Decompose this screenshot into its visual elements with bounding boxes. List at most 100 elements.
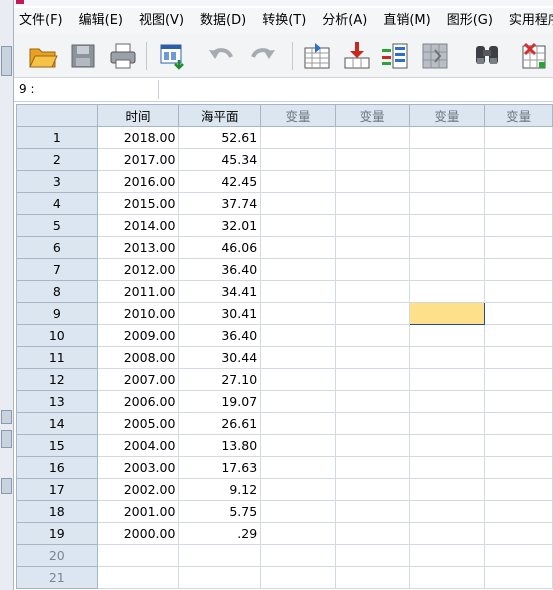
row-header[interactable]: 8 — [16, 280, 98, 303]
cell-empty[interactable] — [408, 148, 486, 171]
redo-icon[interactable] — [246, 39, 280, 73]
cell-empty[interactable] — [484, 258, 553, 281]
cell-empty[interactable] — [334, 324, 410, 347]
cell-empty[interactable] — [484, 368, 553, 391]
cell-empty[interactable] — [484, 434, 553, 457]
cell-time[interactable]: 2004.00 — [96, 434, 180, 457]
cell-empty[interactable] — [260, 456, 336, 479]
row-header[interactable]: 6 — [16, 236, 98, 259]
cell-time[interactable]: 2009.00 — [96, 324, 180, 347]
cell-empty[interactable] — [484, 170, 553, 193]
row-header[interactable]: 2 — [16, 148, 98, 171]
cell-empty[interactable] — [334, 148, 410, 171]
cell-empty[interactable] — [260, 324, 336, 347]
cell-sea-level[interactable]: 17.63 — [178, 456, 262, 479]
cell-empty[interactable] — [484, 126, 553, 149]
cell-sea-level[interactable]: 5.75 — [178, 500, 262, 523]
cell-empty[interactable] — [484, 522, 553, 545]
cell-time[interactable]: 2015.00 — [96, 192, 180, 215]
row-header[interactable]: 16 — [16, 456, 98, 479]
cell-empty[interactable] — [408, 192, 486, 215]
cell-time[interactable]: 2006.00 — [96, 390, 180, 413]
undo-icon[interactable] — [204, 39, 238, 73]
column-header-sea-level[interactable]: 海平面 — [178, 104, 262, 127]
save-icon[interactable] — [66, 39, 100, 73]
cell-empty[interactable] — [334, 478, 410, 501]
selected-cell[interactable] — [408, 302, 486, 325]
cell-empty[interactable] — [484, 236, 553, 259]
cell-time[interactable]: 2010.00 — [96, 302, 180, 325]
row-header[interactable]: 19 — [16, 522, 98, 545]
cell-empty[interactable] — [260, 148, 336, 171]
cell-time[interactable]: 2017.00 — [96, 148, 180, 171]
cell-empty[interactable] — [260, 434, 336, 457]
cell-empty[interactable] — [334, 522, 410, 545]
cell-empty[interactable] — [334, 500, 410, 523]
cell-empty[interactable] — [484, 148, 553, 171]
row-header[interactable]: 12 — [16, 368, 98, 391]
cell-sea-level[interactable]: 9.12 — [178, 478, 262, 501]
cell-empty[interactable] — [408, 126, 486, 149]
cell-empty[interactable] — [408, 544, 486, 567]
cell-empty[interactable] — [408, 214, 486, 237]
cell-sea-level[interactable]: 42.45 — [178, 170, 262, 193]
menu-item[interactable]: 文件(F) — [14, 8, 71, 34]
cell-empty[interactable] — [408, 346, 486, 369]
row-header[interactable]: 21 — [16, 566, 98, 589]
cell-empty[interactable] — [484, 280, 553, 303]
menu-item[interactable]: 视图(V) — [131, 8, 192, 34]
menu-item[interactable]: 实用程序( — [501, 8, 553, 34]
menu-item[interactable]: 直销(M) — [375, 8, 438, 34]
column-header-variable[interactable]: 变量 — [484, 104, 553, 127]
row-header[interactable]: 11 — [16, 346, 98, 369]
cell-empty[interactable] — [260, 478, 336, 501]
cell-sea-level[interactable]: 36.40 — [178, 258, 262, 281]
cell-empty[interactable] — [408, 456, 486, 479]
cell-empty[interactable] — [408, 566, 486, 589]
cell-sea-level[interactable] — [178, 566, 262, 589]
cell-empty[interactable] — [334, 302, 410, 325]
row-header[interactable]: 10 — [16, 324, 98, 347]
cell-empty[interactable] — [260, 522, 336, 545]
cell-time[interactable] — [96, 566, 180, 589]
cell-time[interactable]: 2001.00 — [96, 500, 180, 523]
row-header[interactable]: 7 — [16, 258, 98, 281]
find-icon[interactable] — [470, 39, 504, 73]
menu-item[interactable]: 转换(T) — [254, 8, 314, 34]
cell-empty[interactable] — [334, 126, 410, 149]
corner-cell[interactable] — [16, 104, 98, 127]
cell-time[interactable]: 2011.00 — [96, 280, 180, 303]
dialog-recall-icon[interactable] — [156, 39, 190, 73]
cell-empty[interactable] — [484, 214, 553, 237]
cell-empty[interactable] — [408, 280, 486, 303]
cell-empty[interactable] — [334, 346, 410, 369]
column-header-variable[interactable]: 变量 — [260, 104, 336, 127]
cell-sea-level[interactable]: 36.40 — [178, 324, 262, 347]
variables-icon[interactable] — [378, 39, 412, 73]
cell-empty[interactable] — [334, 456, 410, 479]
cell-empty[interactable] — [484, 302, 553, 325]
cell-empty[interactable] — [408, 412, 486, 435]
row-header[interactable]: 1 — [16, 126, 98, 149]
cell-empty[interactable] — [334, 170, 410, 193]
menu-item[interactable]: 数据(D) — [192, 8, 254, 34]
print-icon[interactable] — [106, 39, 140, 73]
row-header[interactable]: 4 — [16, 192, 98, 215]
row-header[interactable]: 5 — [16, 214, 98, 237]
row-header[interactable]: 3 — [16, 170, 98, 193]
cell-empty[interactable] — [260, 500, 336, 523]
cell-empty[interactable] — [260, 390, 336, 413]
goto-case-icon[interactable] — [300, 39, 334, 73]
cell-empty[interactable] — [334, 434, 410, 457]
cell-sea-level[interactable]: 19.07 — [178, 390, 262, 413]
cell-reference-box[interactable]: 9 : — [17, 80, 159, 99]
cell-empty[interactable] — [484, 346, 553, 369]
column-header-time[interactable]: 时间 — [96, 104, 180, 127]
cell-empty[interactable] — [484, 566, 553, 589]
cell-sea-level[interactable]: 52.61 — [178, 126, 262, 149]
cell-empty[interactable] — [334, 214, 410, 237]
cell-sea-level[interactable]: 46.06 — [178, 236, 262, 259]
edge-tab[interactable] — [1, 478, 12, 494]
cell-time[interactable]: 2014.00 — [96, 214, 180, 237]
cell-empty[interactable] — [334, 412, 410, 435]
